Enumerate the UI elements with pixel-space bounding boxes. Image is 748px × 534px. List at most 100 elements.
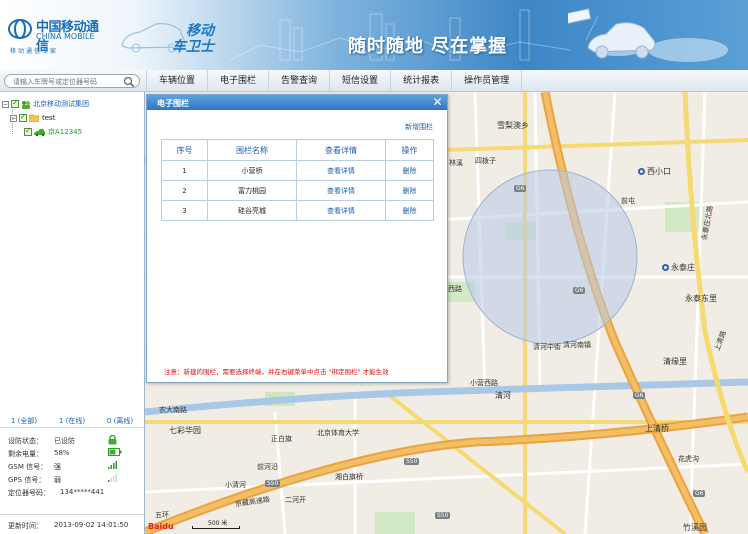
status-key: GSM 信号：: [8, 463, 48, 471]
delete-link[interactable]: 删除: [385, 180, 434, 201]
dialog-title: 电子围栏: [157, 99, 189, 108]
highway-badge: G6: [633, 392, 646, 399]
tab-vehicle-location[interactable]: 车辆位置: [146, 70, 207, 92]
vehicle-counts: 1 (全部) 1 (在线) 0 (离线): [0, 416, 144, 428]
map-label: 西小口: [638, 166, 671, 177]
tree-vehicle-label: 京A12345: [48, 128, 83, 136]
tab-operator-management[interactable]: 操作员管理: [451, 70, 523, 92]
view-details-link[interactable]: 查看详情: [296, 180, 386, 201]
delete-link[interactable]: 删除: [385, 160, 434, 181]
count-all[interactable]: 1 (全部): [11, 416, 37, 427]
tab-statistics-report[interactable]: 统计报表: [390, 70, 451, 92]
map-label: 正白旗: [271, 435, 292, 443]
geofence-circle[interactable]: [462, 169, 638, 345]
checkbox[interactable]: [24, 126, 32, 136]
view-details-link[interactable]: 查看详情: [296, 200, 386, 221]
china-mobile-mark-icon: [8, 19, 32, 39]
highway-badge: S50: [404, 458, 420, 465]
map-label: 前屯: [621, 197, 635, 205]
map-label: 小营西路: [470, 379, 498, 387]
column-header: 查看详情: [296, 139, 386, 161]
count-online[interactable]: 1 (在线): [59, 416, 85, 427]
folder-icon: [29, 114, 39, 122]
vehicle-status-panel: 设防状态： 已设防 剩余电量： 58% GSM 信号： 强 GPS 信号： 弱 …: [8, 434, 138, 499]
status-row-device-number: 定位器号码： 134*****441: [8, 486, 138, 499]
map-label: 竹溪园: [683, 523, 707, 532]
column-header: 操作: [385, 139, 434, 161]
table-header-row: 序号 围栏名称 查看详情 操作: [161, 139, 434, 161]
checkbox[interactable]: [19, 112, 27, 122]
status-row-battery: 剩余电量： 58%: [8, 447, 138, 460]
highway-badge: S50: [435, 512, 451, 519]
highway-badge: G6: [693, 490, 706, 497]
count-offline[interactable]: 0 (离线): [107, 416, 133, 427]
map-scale: 500 米: [192, 518, 248, 529]
group-icon: [22, 100, 30, 109]
checkbox[interactable]: [11, 98, 19, 108]
subway-station-icon: [638, 168, 645, 175]
logo-english: CHINA MOBILE: [36, 32, 95, 41]
tree-node-root[interactable]: − 北京移动测试集团: [2, 98, 89, 110]
tab-sms-settings[interactable]: 短信设置: [329, 70, 390, 92]
status-key: 设防状态：: [8, 437, 43, 445]
map-label: 清河南镇: [563, 341, 591, 349]
map-label: 清河: [495, 391, 511, 400]
map-scale-bar: [192, 526, 240, 529]
table-row: 2 富力桃园 查看详情 删除: [161, 180, 434, 201]
lock-icon: [108, 435, 117, 445]
map-label: 前河沿: [257, 463, 278, 471]
map-label: 永泰东里: [685, 294, 717, 303]
search-icon[interactable]: [123, 76, 135, 87]
product-brand: 移动 车卫士: [118, 12, 228, 58]
map-label: 上清桥: [645, 424, 669, 433]
header-banner: 中国移动通信 CHINA MOBILE 移动通信专家 移动 车卫士 随时随地 尽…: [0, 0, 748, 70]
map-label: 西路: [448, 285, 462, 293]
dialog-warning-note: 注意：新建的围栏，需要选择终端，并在右键菜单中点击 "绑定围栏" 才能生效: [164, 368, 389, 376]
map-label: 花虎沟: [678, 455, 699, 463]
search-input[interactable]: [13, 76, 117, 87]
brand-line-2: 车卫士: [172, 39, 214, 55]
tab-alarm-query[interactable]: 告警查询: [268, 70, 329, 92]
tree-group-label: test: [42, 114, 56, 122]
top-navigation-bar: 车辆位置 电子围栏 告警查询 短信设置 统计报表 操作员管理: [0, 70, 748, 92]
delete-link[interactable]: 删除: [385, 200, 434, 221]
map-label: 五环: [155, 511, 169, 519]
row-number: 1: [161, 160, 208, 181]
signal-weak-icon: [108, 474, 117, 482]
tree-node-vehicle[interactable]: 京A12345: [24, 126, 82, 138]
car-online-icon: [34, 128, 45, 136]
map-label: 二河开: [285, 496, 306, 504]
battery-icon: [108, 448, 122, 456]
collapse-icon[interactable]: −: [2, 100, 9, 108]
cloud-car-illustration: [568, 8, 728, 62]
table-row: 1 小营桥 查看详情 删除: [161, 160, 434, 181]
update-time-key: 更新时间：: [8, 522, 43, 530]
map-label: 农大南路: [159, 406, 187, 414]
subway-station-icon: [662, 264, 669, 271]
status-value: 已设防: [54, 437, 75, 445]
highway-badge: G6: [514, 185, 527, 192]
status-row-gps: GPS 信号： 弱: [8, 473, 138, 486]
update-time: 更新时间： 2013-09-02 14:01:50: [0, 514, 144, 534]
status-row-armed: 设防状态： 已设防: [8, 434, 138, 447]
fence-name: 硅谷亮城: [207, 200, 297, 221]
search-box: [4, 74, 140, 88]
map-label: 小清河: [225, 481, 246, 489]
table-row: 3 硅谷亮城 查看详情 删除: [161, 200, 434, 221]
close-icon[interactable]: ✕: [431, 96, 444, 109]
status-key: 剩余电量：: [8, 450, 43, 458]
collapse-icon[interactable]: −: [10, 114, 17, 122]
row-number: 2: [161, 180, 208, 201]
geofence-table: 序号 围栏名称 查看详情 操作 1 小营桥 查看详情 删除 2 富力桃园 查看详…: [161, 139, 434, 221]
tab-geofence[interactable]: 电子围栏: [207, 70, 268, 92]
fence-name: 小营桥: [207, 160, 297, 181]
view-details-link[interactable]: 查看详情: [296, 160, 386, 181]
add-geofence-link[interactable]: 新增围栏: [405, 122, 433, 132]
map-label: 四拨子: [475, 157, 496, 165]
map-label: 清缘里: [663, 357, 687, 366]
tree-node-group[interactable]: − test: [10, 112, 55, 124]
china-mobile-logo: 中国移动通信 CHINA MOBILE 移动通信专家: [8, 14, 108, 56]
map-label: 雪梨澳乡: [497, 121, 529, 130]
map-label: 北京体育大学: [317, 429, 359, 437]
dialog-titlebar: 电子围栏 ✕: [147, 95, 447, 110]
